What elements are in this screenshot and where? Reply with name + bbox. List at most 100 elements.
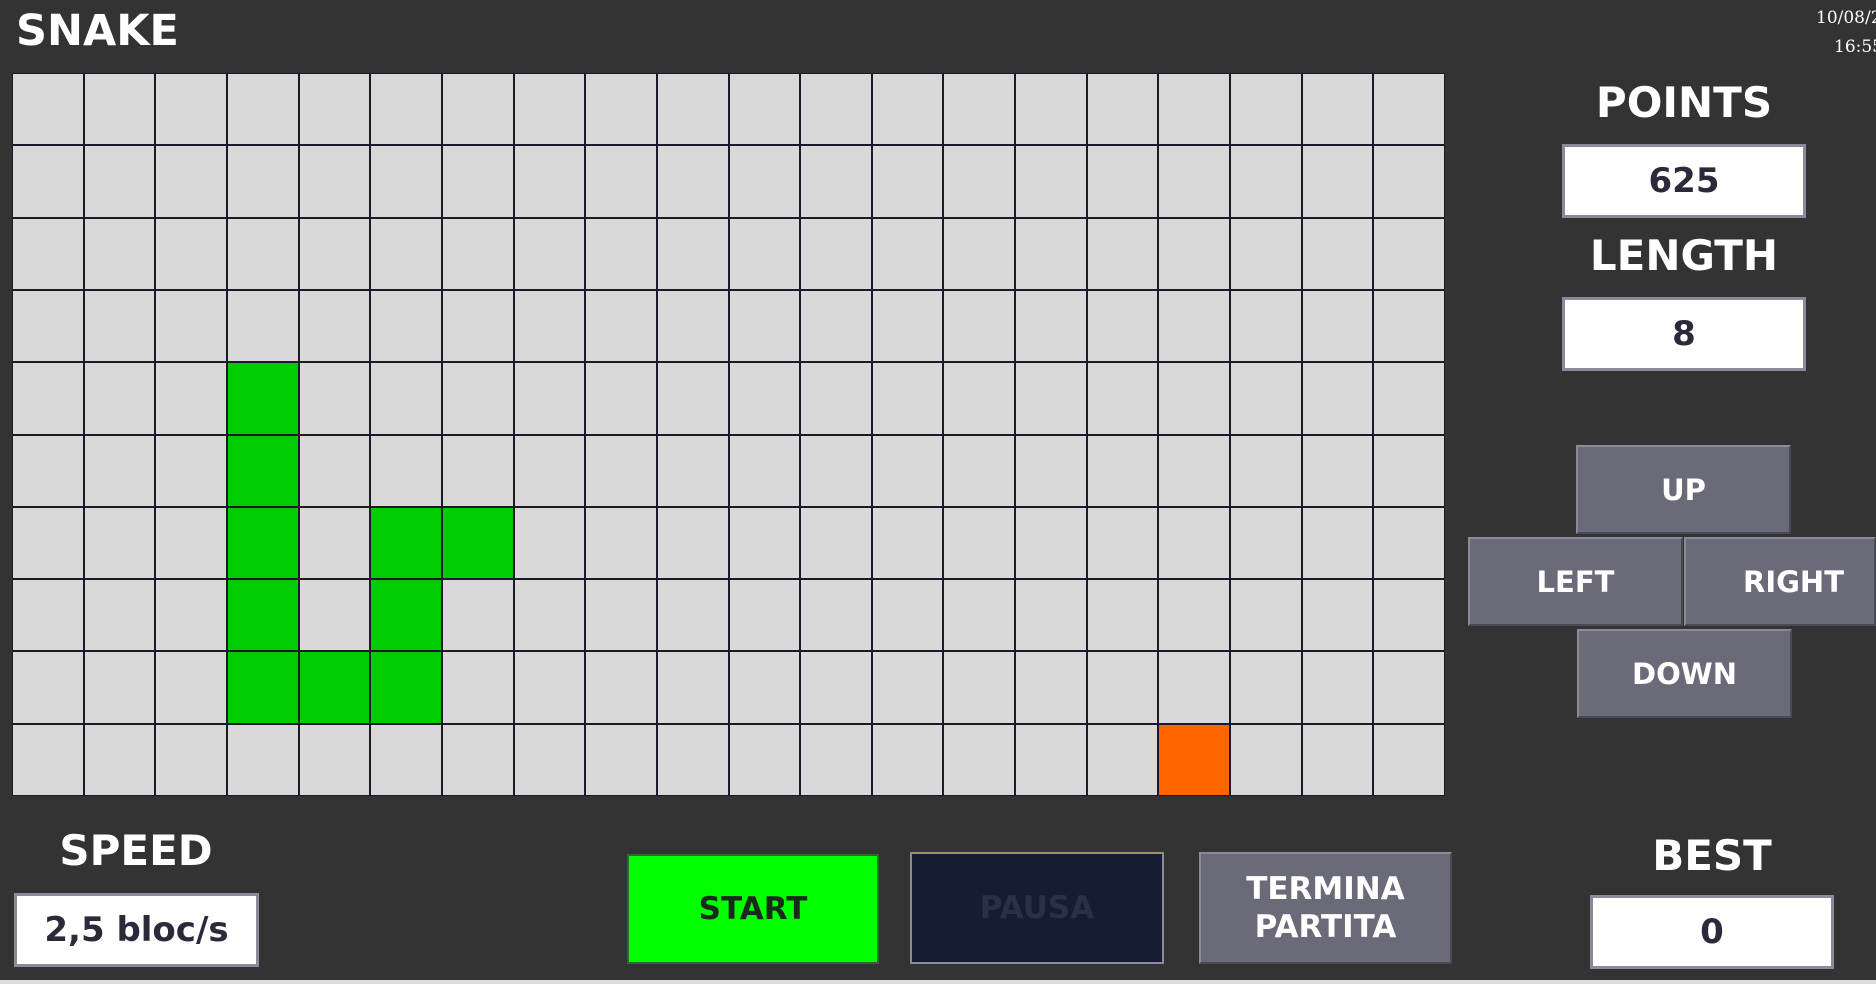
board-cell — [1374, 724, 1444, 795]
points-value-box: 625 — [1562, 144, 1806, 218]
board-cell — [442, 146, 513, 217]
board-cell — [1016, 435, 1086, 506]
board-cell — [872, 74, 943, 145]
board-cell — [1231, 74, 1301, 145]
board-cell — [13, 652, 83, 723]
length-value: 8 — [1672, 314, 1696, 354]
start-button[interactable]: START — [627, 854, 879, 964]
board-cell — [84, 363, 155, 434]
board-cell — [299, 290, 370, 362]
points-label: POINTS — [1595, 78, 1773, 127]
best-value: 0 — [1700, 912, 1724, 952]
points-value: 625 — [1648, 161, 1720, 201]
board-cell — [801, 290, 871, 362]
snake-segment — [227, 580, 298, 651]
food-block — [1159, 724, 1230, 795]
board-cell — [514, 435, 585, 506]
board-cell — [1159, 218, 1230, 289]
board-cell — [442, 580, 513, 651]
board-cell — [299, 435, 370, 506]
board-cell — [657, 724, 728, 795]
board-cell — [514, 580, 585, 651]
end-game-button[interactable]: TERMINA PARTITA — [1199, 852, 1452, 964]
board-cell — [586, 724, 656, 795]
board-cell — [1374, 290, 1444, 362]
board-cell — [657, 146, 728, 217]
board-cell — [13, 146, 83, 217]
board-cell — [729, 580, 800, 651]
board-cell — [1087, 724, 1158, 795]
board-cell — [371, 290, 441, 362]
board-cell — [1231, 652, 1301, 723]
right-button[interactable]: RIGHT — [1684, 537, 1876, 626]
board-cell — [371, 218, 441, 289]
board-cell — [1374, 74, 1444, 145]
end-game-label-line2: PARTITA — [1254, 909, 1397, 945]
board-cell — [84, 74, 155, 145]
board-cell — [227, 146, 298, 217]
board-cell — [586, 146, 656, 217]
board-cell — [156, 724, 226, 795]
board-cell — [657, 652, 728, 723]
board-cell — [729, 435, 800, 506]
board-cell — [801, 218, 871, 289]
left-button[interactable]: LEFT — [1468, 537, 1683, 626]
board-cell — [729, 74, 800, 145]
board-cell — [586, 652, 656, 723]
board-cell — [1087, 146, 1158, 217]
board-cell — [657, 363, 728, 434]
board-cell — [1374, 218, 1444, 289]
board-cell — [801, 435, 871, 506]
board-cell — [1087, 218, 1158, 289]
board-cell — [1016, 580, 1086, 651]
board-cell — [1159, 363, 1230, 434]
up-button[interactable]: UP — [1576, 445, 1791, 534]
board-cell — [1159, 146, 1230, 217]
board-cell — [13, 218, 83, 289]
board-cell — [1374, 146, 1444, 217]
snake-segment — [227, 507, 298, 579]
board-cell — [1159, 652, 1230, 723]
board-cell — [227, 724, 298, 795]
length-label: LENGTH — [1589, 231, 1779, 280]
board-cell — [586, 435, 656, 506]
board-cell — [1302, 363, 1373, 434]
board-cell — [872, 435, 943, 506]
board-cell — [1016, 146, 1086, 217]
board-cell — [84, 435, 155, 506]
board-cell — [801, 724, 871, 795]
board-cell — [1374, 363, 1444, 434]
board-cell — [156, 435, 226, 506]
board-cell — [729, 507, 800, 579]
board-cell — [944, 363, 1015, 434]
board-cell — [1302, 580, 1373, 651]
board-cell — [1302, 290, 1373, 362]
board-cell — [586, 507, 656, 579]
bottom-border — [0, 980, 1876, 984]
board-cell — [84, 290, 155, 362]
board-cell — [227, 74, 298, 145]
snake-segment — [442, 507, 513, 579]
board-cell — [1087, 652, 1158, 723]
board-cell — [156, 218, 226, 289]
board-cell — [299, 580, 370, 651]
board-cell — [13, 363, 83, 434]
down-button[interactable]: DOWN — [1577, 629, 1792, 718]
speed-value: 2,5 bloc/s — [44, 910, 229, 950]
board-cell — [657, 507, 728, 579]
board-cell — [944, 724, 1015, 795]
board-cell — [156, 580, 226, 651]
board-cell — [872, 218, 943, 289]
board-cell — [586, 290, 656, 362]
board-cell — [801, 507, 871, 579]
board-cell — [442, 435, 513, 506]
board-cell — [1016, 74, 1086, 145]
board-cell — [514, 507, 585, 579]
board-cell — [442, 724, 513, 795]
length-value-box: 8 — [1562, 297, 1806, 371]
board-cell — [944, 74, 1015, 145]
board-cell — [1231, 580, 1301, 651]
board-cell — [1231, 435, 1301, 506]
board-cell — [729, 146, 800, 217]
pause-button[interactable]: PAUSA — [910, 852, 1164, 964]
